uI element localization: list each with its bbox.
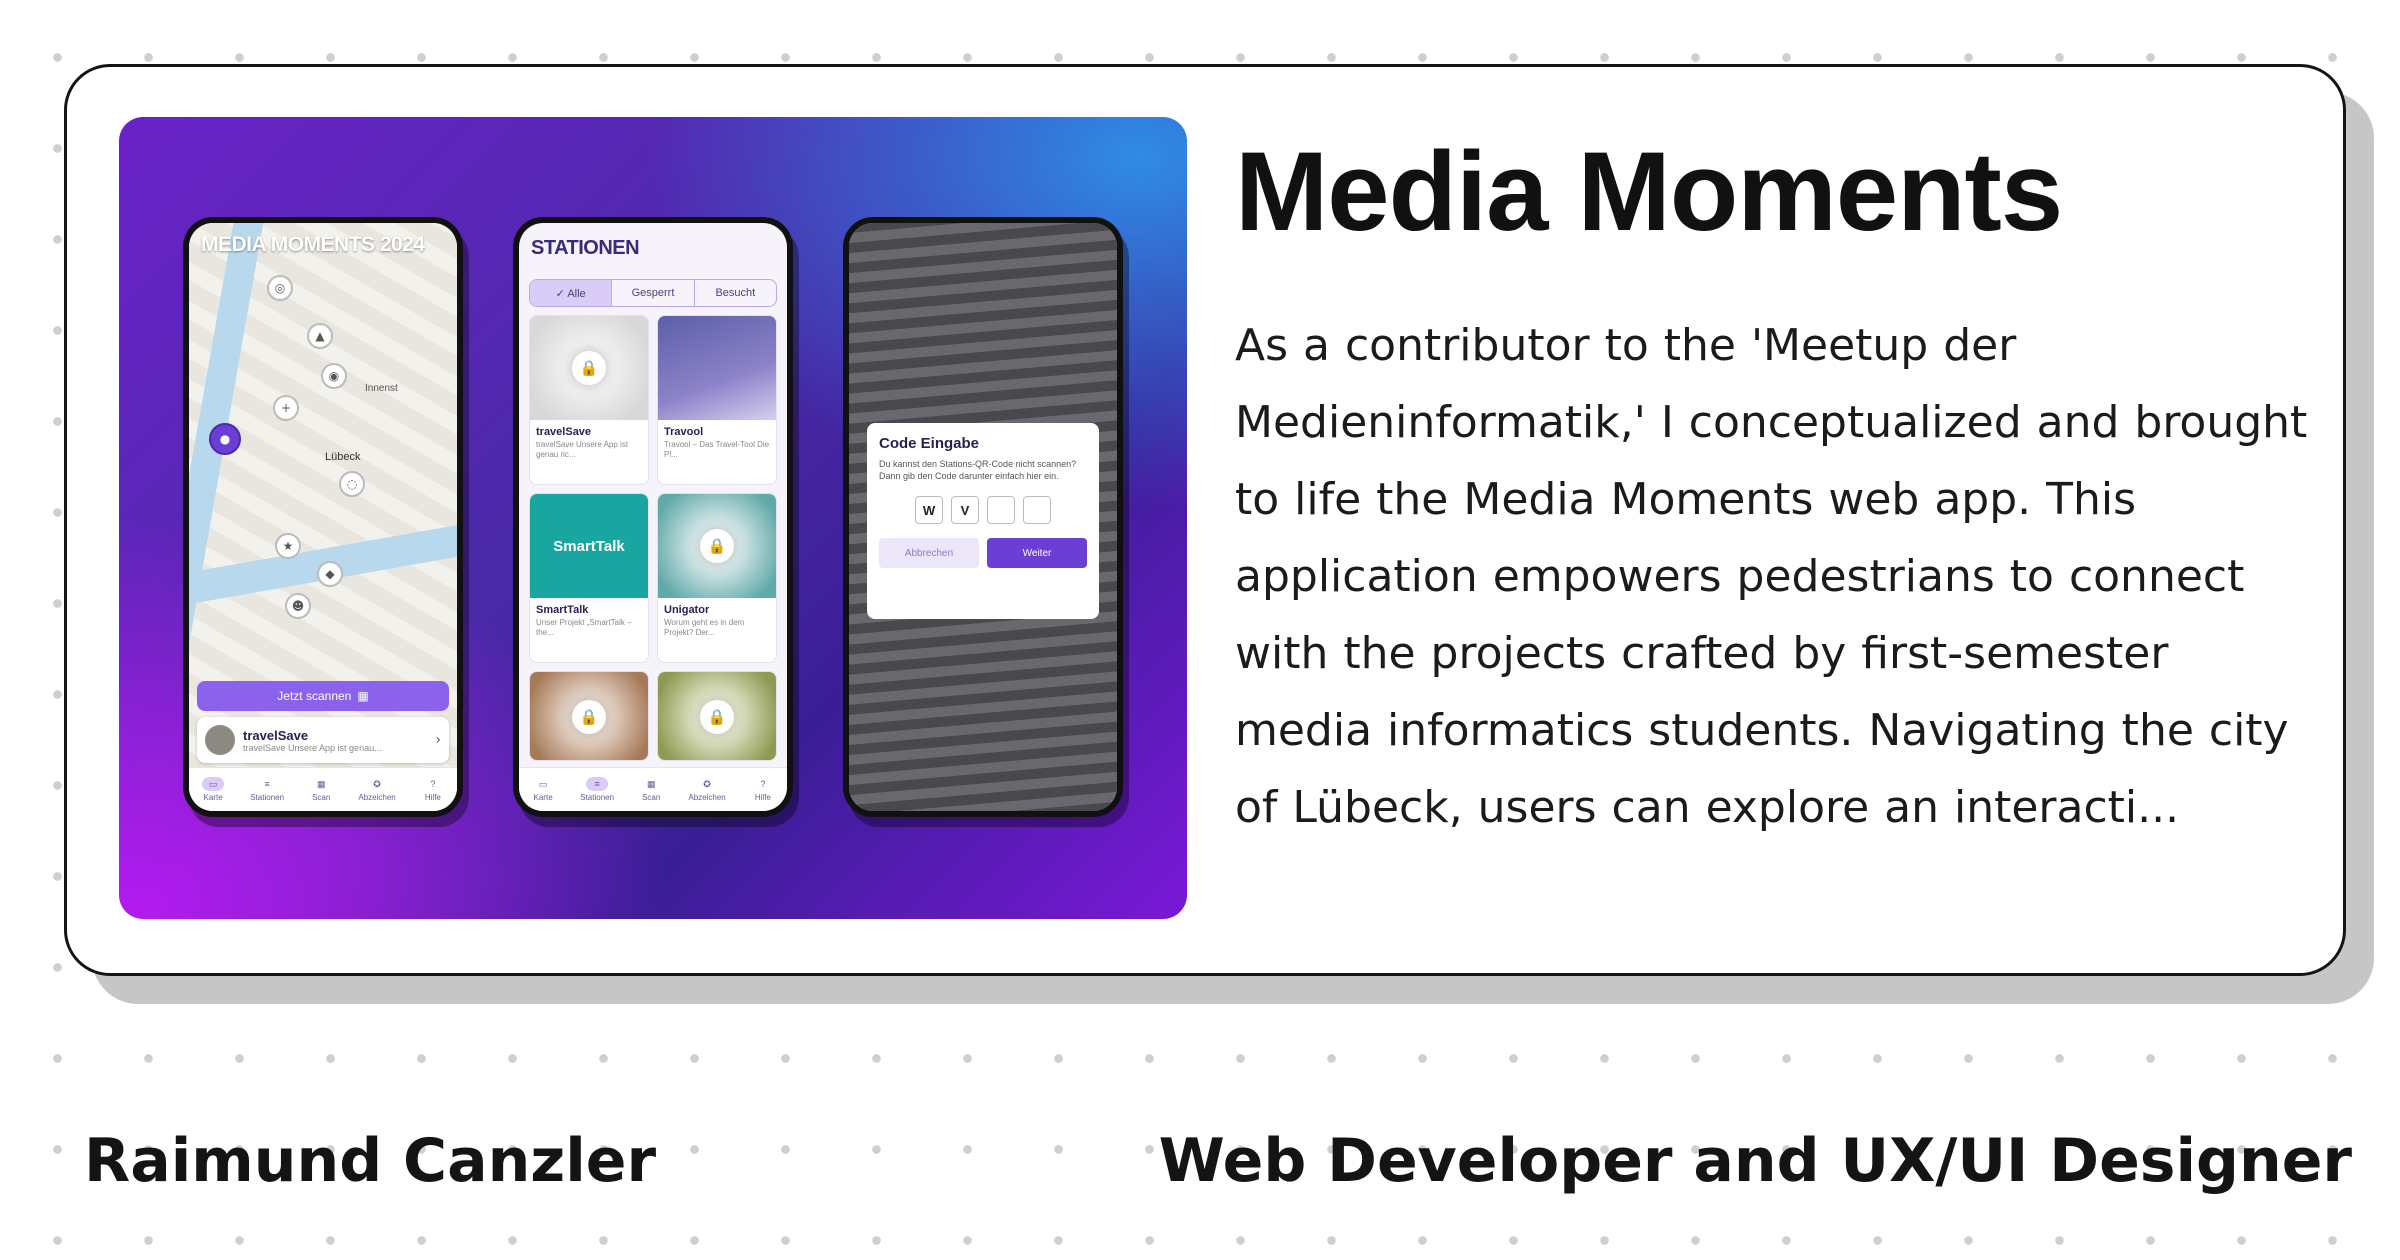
lock-icon: 🔒 (700, 529, 734, 563)
author-role: Web Developer and UX/UI Designer (1158, 1126, 2352, 1196)
qr-icon: ▦ (357, 689, 369, 703)
map-pin-active-icon: ● (209, 423, 241, 455)
map-pin-icon: ◆ (317, 561, 343, 587)
lock-icon: 🔒 (572, 351, 606, 385)
help-icon: ? (760, 779, 766, 789)
map-pin-icon: + (273, 395, 299, 421)
map-pin-icon: ▲ (307, 323, 333, 349)
list-icon: ≡ (586, 777, 609, 791)
project-title[interactable]: Media Moments (1235, 127, 2063, 256)
qr-icon: ▦ (316, 778, 326, 789)
station-avatar (205, 725, 235, 755)
map-area-label: Innenst (365, 383, 398, 394)
next-button: Weiter (987, 538, 1087, 569)
map-icon: ▭ (202, 777, 225, 791)
qr-icon: ▦ (646, 778, 656, 789)
map-pin-icon: ◉ (321, 363, 347, 389)
tab-bar: ▭ Karte ≡ Stationen ▦ Scan ✪ Abzeichen ? Hilf… (189, 767, 457, 811)
code-entry-dialog: Code Eingabe Du kannst den Stations-QR-C… (867, 423, 1099, 619)
badge-icon: ✪ (703, 778, 711, 789)
stations-title: STATIONEN (531, 237, 640, 259)
station-filter: ✓ Alle Gesperrt Besucht (529, 279, 777, 307)
author-name: Raimund Canzler (84, 1126, 657, 1196)
code-inputs: W V (879, 496, 1087, 525)
station-tile: 🔒 Unigator Worum geht es in dem Projekt?… (657, 493, 777, 663)
map-screen-title: MEDIA MOMENTS 2024 (201, 233, 425, 256)
station-tile: 🔒 travelSave travelSave Unsere App ist g… (529, 315, 649, 485)
map-city-label: Lübeck (325, 451, 361, 463)
station-tile: SmartTalk SmartTalk Unser Projekt „Smart… (529, 493, 649, 663)
phone-stations-screen: STATIONEN ✓ Alle Gesperrt Besucht 🔒 trav… (513, 217, 793, 817)
cancel-button: Abbrechen (879, 538, 979, 569)
station-tile: 🔒 (529, 671, 649, 761)
tab-bar: ▭ Karte ≡ Stationen ▦ Scan ✪ Abzeichen ? Hilf… (519, 767, 787, 811)
station-popup: travelSave travelSave Unsere App ist gen… (197, 717, 449, 763)
badge-icon: ✪ (373, 778, 381, 789)
list-icon: ≡ (264, 779, 270, 789)
station-tile: 🔒 (657, 671, 777, 761)
project-preview-image: MEDIA MOMENTS 2024 Innenst Lübeck ◎ ▲ ◉ … (119, 117, 1187, 919)
station-tile: Travool Travool – Das Travel-Tool Die Pl… (657, 315, 777, 485)
map-pin-icon: ◌ (339, 471, 365, 497)
phone-code-screen: Code Eingabe Du kannst den Stations-QR-C… (843, 217, 1123, 817)
phone-map-screen: MEDIA MOMENTS 2024 Innenst Lübeck ◎ ▲ ◉ … (183, 217, 463, 817)
map-pin-icon: ★ (275, 533, 301, 559)
stations-grid: 🔒 travelSave travelSave Unsere App ist g… (529, 315, 777, 761)
lock-icon: 🔒 (572, 700, 606, 734)
project-card[interactable]: MEDIA MOMENTS 2024 Innenst Lübeck ◎ ▲ ◉ … (64, 64, 2346, 976)
help-icon: ? (430, 779, 436, 789)
chevron-right-icon: › (435, 732, 441, 748)
map-icon: ▭ (538, 778, 548, 789)
project-description: As a contributor to the 'Meetup der Medi… (1235, 320, 2308, 833)
scan-now-button: Jetzt scannen ▦ (197, 681, 449, 711)
lock-icon: 🔒 (700, 700, 734, 734)
map-pin-icon: ☻ (285, 593, 311, 619)
map-pin-icon: ◎ (267, 275, 293, 301)
